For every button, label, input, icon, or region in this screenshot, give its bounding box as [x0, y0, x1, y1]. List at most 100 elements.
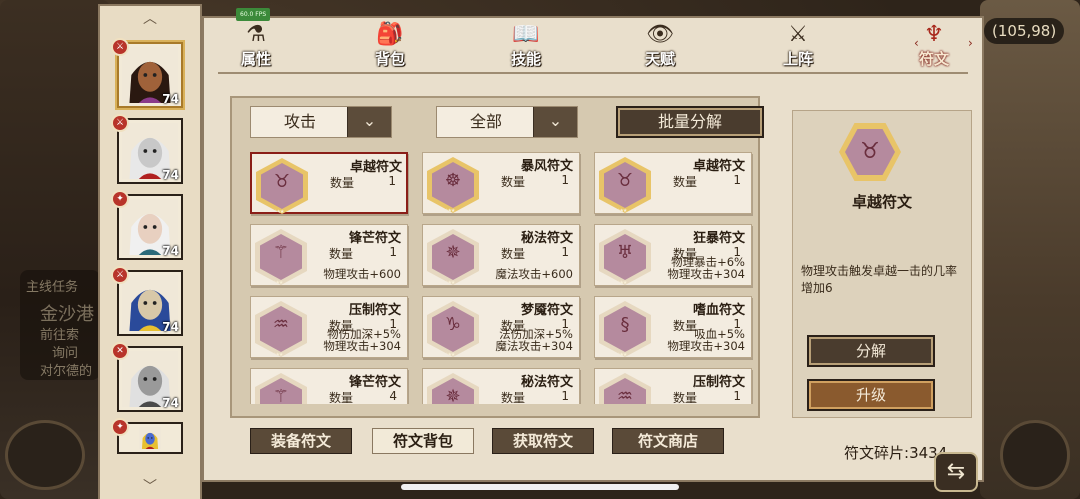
hero-class-icon: ✕: [111, 342, 129, 360]
rune-icon: ♒ ★★★★★: [255, 301, 307, 357]
tab-label: 属性: [240, 50, 271, 68]
rune-effect: 物理攻击+600: [323, 267, 401, 281]
selected-rune-name: 卓越符文: [851, 193, 912, 211]
tab-rune-bag[interactable]: 符文背包: [372, 428, 474, 454]
rune-card[interactable]: ♑ ★★★★★ 梦魇符文 数量 1 法伤加深+5% 魔法攻击+304: [422, 296, 580, 358]
rune-name: 卓越符文: [349, 160, 402, 175]
rune-glyph: ♉: [616, 170, 634, 191]
rune-glyph: §: [620, 314, 630, 335]
rune-glyph: ✵: [445, 386, 461, 404]
tab-equip-runes[interactable]: 装备符文: [250, 428, 352, 454]
hero-class-icon: ⚔: [111, 266, 129, 284]
rune-effect: 魔法攻击+600: [495, 267, 573, 281]
rune-inventory-area: 攻击 ⌄ 全部 ⌄ 批量分解 ♉ ★★★★★ 卓越符文 数量 1 ☸ ★★★★★ 暴风…: [230, 96, 764, 418]
rune-icon: § ★★★★★: [599, 301, 651, 357]
rune-glyph: ⚚: [272, 386, 290, 404]
selected-rune-icon: ♉: [839, 123, 901, 181]
tab-deploy[interactable]: ⚔ 上阵: [768, 22, 828, 72]
shards-label: 符文碎片:: [844, 444, 910, 462]
rune-name: 锋芒符文: [348, 231, 401, 246]
rune-panel: ‹ › ⚗ 属性 🎒 背包 📖 技能 👁 天赋 ⚔ 上阵 ♆ 符文 攻击 ⌄ 全部 ⌄ 批量分解 ♉ ★…: [202, 16, 984, 482]
rune-stars: ★★★★★: [437, 280, 455, 286]
back-arrow-icon[interactable]: ⇆: [934, 452, 978, 492]
rune-name: 卓越符文: [692, 159, 745, 174]
rune-card[interactable]: ⚚ ★★★★★ 锋芒符文 数量 1 物理攻击+600: [250, 224, 408, 286]
rune-stars: ★★★★★: [437, 352, 455, 358]
hero-class-icon: ⚔: [111, 38, 129, 56]
rune-qty-label: 数量: [673, 391, 698, 404]
rune-detail-panel: ♉ 卓越符文 物理攻击触发卓越一击的几率增加6 分解 升级: [792, 110, 972, 418]
rune-qty: 1: [733, 173, 741, 187]
rune-stars: ★★★★★: [437, 208, 455, 214]
rune-shards-count: 符文碎片:3434: [844, 442, 947, 463]
rune-card[interactable]: ⚚★★★★★ 锋芒符文 数量 4: [250, 368, 408, 404]
rune-name: 暴风符文: [520, 159, 573, 174]
hero-portrait[interactable]: ⚔ 74: [111, 38, 183, 108]
main-tabs: ‹ › ⚗ 属性 🎒 背包 📖 技能 👁 天赋 ⚔ 上阵 ♆ 符文: [204, 18, 982, 74]
hero-portrait[interactable]: ✦: [111, 418, 183, 454]
type-filter-value: 攻击: [283, 112, 316, 131]
rune-name: 嗜血符文: [692, 303, 745, 318]
type-filter-dropdown[interactable]: 攻击 ⌄: [250, 106, 392, 138]
rune-card[interactable]: ♉ ★★★★★ 卓越符文 数量 1: [250, 152, 408, 214]
rune-name: 锋芒符文: [348, 375, 401, 390]
rune-card[interactable]: ♒ ★★★★★ 压制符文 数量 1 物伤加深+5% 物理攻击+304: [250, 296, 408, 358]
rune-card[interactable]: ☸ ★★★★★ 暴风符文 数量 1: [422, 152, 580, 214]
backpack-icon: 🎒: [376, 22, 404, 47]
hero-level: 74: [162, 92, 179, 106]
hero-class-icon: ✦: [111, 190, 129, 208]
rune-card[interactable]: ♅ ★★★★★ 狂暴符文 数量 1 物理暴击+6% 物理攻击+304: [594, 224, 752, 286]
scope-filter-dropdown[interactable]: 全部 ⌄: [436, 106, 578, 138]
hero-sidebar[interactable]: ︿ ⚔ 74 ⚔ 74 ✦ 74 ⚔ 74 ✕ 74 ✦ ﹀: [98, 4, 202, 499]
rune-card[interactable]: ♒★★★★★ 压制符文 数量 1物伤加深: [594, 368, 752, 404]
scroll-down-icon[interactable]: ﹀: [140, 480, 160, 494]
rune-glyph: ♑: [444, 314, 462, 335]
rune-icon: ♑ ★★★★★: [427, 301, 479, 357]
rune-stars: ★★★★★: [265, 352, 283, 358]
hero-portrait[interactable]: ⚔ 74: [111, 266, 183, 336]
rune-grid: ♉ ★★★★★ 卓越符文 数量 1 ☸ ★★★★★ 暴风符文 数量 1 ♉ ★★★★★ 卓…: [242, 148, 762, 404]
rune-qty-label: 数量: [673, 175, 698, 189]
rune-stars: ★★★★★: [266, 209, 284, 215]
tab-runes[interactable]: ♆ 符文: [904, 22, 964, 72]
tab-rune-shop[interactable]: 符文商店: [612, 428, 724, 454]
scope-filter-value: 全部: [469, 112, 502, 131]
upgrade-button[interactable]: 升级: [807, 379, 935, 411]
rune-stars: ★★★★★: [609, 208, 627, 214]
rune-card[interactable]: ✵★★★★★ 秘法符文 数量 1: [422, 368, 580, 404]
tab-get-runes[interactable]: 获取符文: [492, 428, 594, 454]
rune-card[interactable]: ✵ ★★★★★ 秘法符文 数量 1 魔法攻击+600: [422, 224, 580, 286]
home-indicator[interactable]: [401, 484, 679, 490]
joystick-left[interactable]: [5, 420, 85, 490]
rune-name: 秘法符文: [520, 375, 573, 390]
tab-skills[interactable]: 📖 技能: [496, 22, 556, 72]
tab-backpack[interactable]: 🎒 背包: [360, 22, 420, 72]
chevron-down-icon[interactable]: ⌄: [533, 107, 577, 137]
rune-effect: 物理攻击+304: [323, 339, 401, 353]
tab-label: 上阵: [782, 50, 813, 68]
tab-attributes[interactable]: ⚗ 属性: [226, 22, 286, 72]
tab-talent[interactable]: 👁 天赋: [630, 22, 690, 72]
rune-card[interactable]: § ★★★★★ 嗜血符文 数量 1 吸血+5% 物理攻击+304: [594, 296, 752, 358]
decompose-button[interactable]: 分解: [807, 335, 935, 367]
quest-line-3: 对尔德的: [40, 364, 93, 379]
tab-label: 天赋: [644, 50, 675, 68]
rune-name: 秘法符文: [520, 231, 573, 246]
rune-qty-label: 数量: [329, 391, 354, 404]
tab-label: 技能: [510, 50, 541, 68]
swords-icon: ⚔: [788, 22, 808, 47]
chevron-down-icon[interactable]: ⌄: [347, 107, 391, 137]
batch-decompose-button[interactable]: 批量分解: [616, 106, 764, 138]
rune-card[interactable]: ♉ ★★★★★ 卓越符文 数量 1: [594, 152, 752, 214]
flask-icon: ⚗: [246, 22, 266, 47]
scroll-up-icon[interactable]: ︿: [140, 12, 160, 26]
quest-title: 主线任务: [26, 280, 79, 295]
hero-portrait[interactable]: ✦ 74: [111, 190, 183, 260]
rune-effect: 物理攻击+304: [667, 267, 745, 281]
rune-stars: ★★★★★: [609, 280, 627, 286]
rune-stars: ★★★★★: [609, 352, 627, 358]
quest-line-2: 询问: [52, 346, 79, 361]
hero-portrait[interactable]: ✕ 74: [111, 342, 183, 412]
hero-portrait[interactable]: ⚔ 74: [111, 114, 183, 184]
action-button-right[interactable]: [1000, 420, 1070, 490]
